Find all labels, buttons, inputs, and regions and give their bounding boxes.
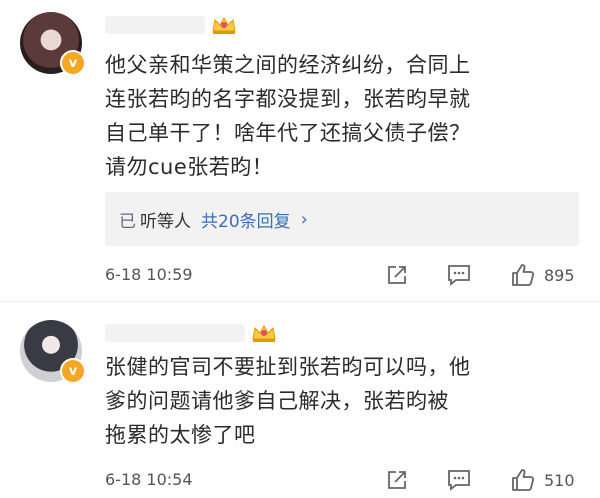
comment-item: v 张健的官司不要扯到张若昀可以吗，他 爹的问题请他爹自己解决，张若昀被 拖累的… [0, 310, 600, 498]
reply-user[interactable]: 已 [119, 207, 136, 232]
divider [0, 301, 600, 302]
comment-meta: 6-18 10:54 510 [0, 465, 600, 495]
replies-preview[interactable]: 已 听等人 共20条回复 › [105, 192, 579, 246]
comment-icon [448, 470, 470, 491]
username-redacted [105, 324, 245, 342]
like-count: 895 [544, 265, 575, 285]
verified-icon: v [60, 358, 86, 384]
share-button[interactable] [385, 260, 409, 290]
username-row[interactable] [105, 318, 277, 348]
share-button[interactable] [385, 465, 409, 495]
comment-time: 6-18 10:54 [105, 470, 193, 489]
chevron-right-icon: › [300, 208, 308, 230]
crown-badge-icon [251, 323, 277, 343]
like-button[interactable]: 895 [510, 260, 575, 290]
reply-count-link[interactable]: 共20条回复 [201, 207, 291, 232]
like-button[interactable]: 510 [510, 465, 575, 495]
comment-time: 6-18 10:59 [105, 265, 193, 284]
username-row[interactable] [105, 10, 237, 40]
comment-button[interactable] [446, 465, 472, 495]
comment-button[interactable] [446, 260, 472, 290]
share-icon [388, 471, 406, 489]
comment-text: 他父亲和华策之间的经济纠纷，合同上 连张若昀的名字都没提到，张若昀早就 自己单干… [105, 53, 471, 179]
comment-item: v 他父亲和华策之间的经济纠纷，合同上 连张若昀的名字都没提到，张若昀早就 自己… [0, 0, 600, 302]
verified-icon: v [60, 50, 86, 76]
reply-user-etc: 听等人 [140, 211, 191, 232]
like-count: 510 [544, 470, 575, 490]
comment-text: 张健的官司不要扯到张若昀可以吗，他 爹的问题请他爹自己解决，张若昀被 拖累的太惨… [105, 355, 471, 447]
avatar[interactable]: v [20, 320, 86, 384]
like-icon [512, 264, 535, 286]
avatar[interactable]: v [20, 12, 86, 76]
username-redacted [105, 16, 205, 34]
comment-icon [448, 265, 470, 286]
share-icon [388, 266, 406, 284]
crown-badge-icon [211, 15, 237, 35]
comment-meta: 6-18 10:59 895 [0, 260, 600, 290]
like-icon [512, 469, 535, 491]
